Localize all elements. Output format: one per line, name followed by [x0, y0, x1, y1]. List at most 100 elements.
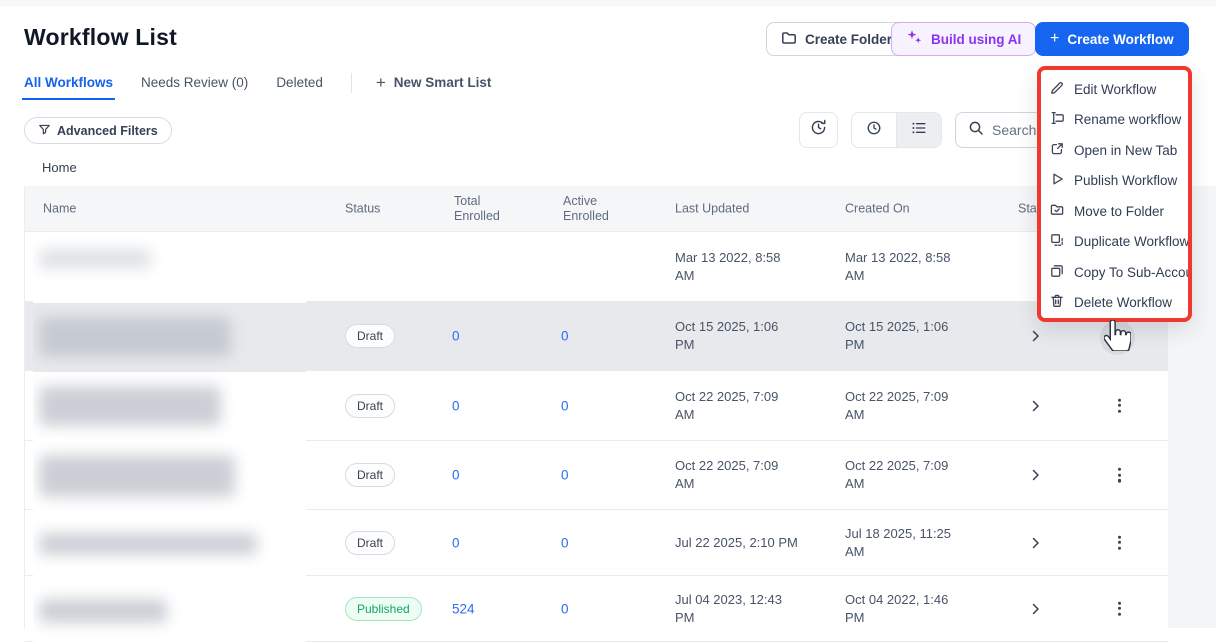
menu-item-label: Move to Folder [1074, 203, 1165, 219]
folder-icon [781, 30, 797, 49]
copy-icon [1049, 263, 1065, 282]
build-using-ai-button[interactable]: Build using AI [891, 22, 1037, 56]
pencil-icon [1049, 80, 1065, 99]
create-folder-label: Create Folder [805, 31, 893, 47]
created-on-value: Oct 15 2025, 1:06 PM [845, 319, 949, 352]
view-toggle-group [851, 112, 942, 148]
create-folder-button[interactable]: Create Folder [766, 22, 908, 56]
created-on-value: Oct 04 2022, 1:46 PM [845, 591, 949, 625]
page-title: Workflow List [24, 24, 177, 50]
clock-icon [865, 119, 883, 142]
menu-item-label: Copy To Sub-Account [1074, 264, 1192, 280]
tab-deleted[interactable]: Deleted [276, 75, 323, 99]
funnel-icon [38, 123, 51, 139]
menu-item-label: Publish Workflow [1074, 173, 1178, 189]
tab-all-workflows[interactable]: All Workflows [21, 75, 116, 100]
workflow-table: Name Status Total Enrolled Active Enroll… [24, 186, 1168, 643]
total-enrolled-link[interactable]: 0 [452, 468, 460, 483]
total-enrolled-link[interactable]: 524 [452, 601, 475, 616]
column-header-name: Name [43, 201, 77, 215]
menu-item-edit-workflow[interactable]: Edit Workflow [1041, 74, 1188, 105]
active-enrolled-link[interactable]: 0 [561, 468, 569, 483]
menu-item-label: Delete Workflow [1074, 295, 1173, 311]
last-updated-value: Jul 04 2023, 12:43 PM [675, 591, 782, 625]
stats-chevron-icon[interactable] [1030, 603, 1042, 615]
row-actions-kebab-icon[interactable] [1112, 597, 1127, 620]
search-icon [968, 120, 984, 141]
viewport-top-strip [0, 0, 1216, 6]
created-on-value: Oct 22 2025, 7:09 AM [845, 458, 949, 491]
active-enrolled-link[interactable]: 0 [561, 329, 569, 344]
created-on-value: Mar 13 2022, 8:58 AM [845, 249, 951, 283]
menu-item-label: Rename workflow [1074, 112, 1182, 128]
column-header-total-enrolled: Total Enrolled [454, 193, 500, 223]
active-enrolled-link[interactable]: 0 [561, 398, 569, 413]
row-actions-kebab-icon[interactable] [1112, 531, 1127, 554]
column-header-active-enrolled: Active Enrolled [563, 193, 609, 223]
publish-play-icon [1049, 171, 1065, 190]
last-updated-value: Oct 22 2025, 7:09 AM [675, 388, 779, 422]
create-workflow-button[interactable]: + Create Workflow [1035, 22, 1189, 56]
last-updated-value: Oct 22 2025, 7:09 AM [675, 458, 779, 491]
blurred-name-column [33, 233, 306, 643]
menu-item-move-to-folder[interactable]: Move to Folder [1041, 196, 1188, 227]
sparkles-icon [906, 29, 923, 49]
tab-divider [350, 73, 352, 93]
rename-icon [1049, 110, 1065, 129]
menu-item-label: Edit Workflow [1074, 81, 1157, 97]
menu-item-publish-workflow[interactable]: Publish Workflow [1041, 166, 1188, 197]
column-header-created-on: Created On [845, 201, 910, 215]
created-on-value: Jul 18 2025, 11:25 AM [845, 525, 952, 559]
history-icon [809, 118, 828, 142]
advanced-filters-label: Advanced Filters [57, 123, 158, 138]
plus-icon: + [375, 72, 386, 92]
menu-item-label: Duplicate Workflow [1074, 234, 1190, 250]
active-enrolled-link[interactable]: 0 [561, 535, 569, 550]
tab-needs-review[interactable]: Needs Review (0) [141, 75, 248, 99]
external-link-icon [1049, 141, 1065, 160]
column-header-last-updated: Last Updated [675, 201, 750, 215]
total-enrolled-link[interactable]: 0 [452, 535, 460, 550]
stats-chevron-icon[interactable] [1030, 469, 1042, 481]
history-button[interactable] [799, 112, 838, 148]
menu-item-delete-workflow[interactable]: Delete Workflow [1041, 288, 1188, 319]
tab-bar: All Workflows Needs Review (0) Deleted +… [21, 73, 491, 102]
list-view-icon [910, 119, 928, 142]
list-view-toggle[interactable] [896, 113, 941, 147]
menu-item-open-in-new-tab[interactable]: Open in New Tab [1041, 135, 1188, 166]
advanced-filters-button[interactable]: Advanced Filters [24, 117, 172, 144]
last-updated-value: Mar 13 2022, 8:58 AM [675, 249, 781, 283]
menu-item-duplicate-workflow[interactable]: Duplicate Workflow [1041, 227, 1188, 258]
row-actions-kebab-icon[interactable] [1112, 464, 1127, 487]
stats-chevron-icon[interactable] [1030, 330, 1042, 342]
status-badge: Draft [345, 463, 396, 487]
build-using-ai-label: Build using AI [931, 31, 1022, 47]
active-enrolled-link[interactable]: 0 [561, 601, 569, 616]
row-context-menu: Edit Workflow Rename workflow Open in Ne… [1037, 66, 1192, 322]
menu-item-label: Open in New Tab [1074, 142, 1178, 158]
row-actions-kebab-icon[interactable] [1112, 394, 1127, 417]
new-smart-list-label: New Smart List [393, 75, 492, 90]
table-header: Name Status Total Enrolled Active Enroll… [25, 186, 1168, 232]
menu-item-copy-to-sub-account[interactable]: Copy To Sub-Account [1041, 257, 1188, 288]
create-workflow-label: Create Workflow [1067, 31, 1174, 47]
move-folder-icon [1049, 202, 1065, 221]
column-header-status: Status [345, 201, 381, 215]
created-on-value: Oct 22 2025, 7:09 AM [845, 388, 949, 422]
total-enrolled-link[interactable]: 0 [452, 398, 460, 413]
status-badge: Published [345, 596, 422, 621]
last-updated-value: Oct 15 2025, 1:06 PM [675, 319, 779, 352]
clock-view-toggle[interactable] [852, 113, 896, 147]
mouse-cursor-hand [1103, 319, 1132, 356]
stats-chevron-icon[interactable] [1030, 537, 1042, 549]
total-enrolled-link[interactable]: 0 [452, 329, 460, 344]
duplicate-icon [1049, 232, 1065, 251]
stats-chevron-icon[interactable] [1030, 400, 1042, 412]
status-badge: Draft [345, 530, 396, 555]
menu-item-rename-workflow[interactable]: Rename workflow [1041, 105, 1188, 136]
status-badge: Draft [345, 324, 396, 348]
last-updated-value: Jul 22 2025, 2:10 PM [675, 534, 798, 550]
status-badge: Draft [345, 393, 396, 418]
plus-icon: + [1050, 29, 1060, 47]
tab-new-smart-list[interactable]: + New Smart List [376, 73, 491, 102]
